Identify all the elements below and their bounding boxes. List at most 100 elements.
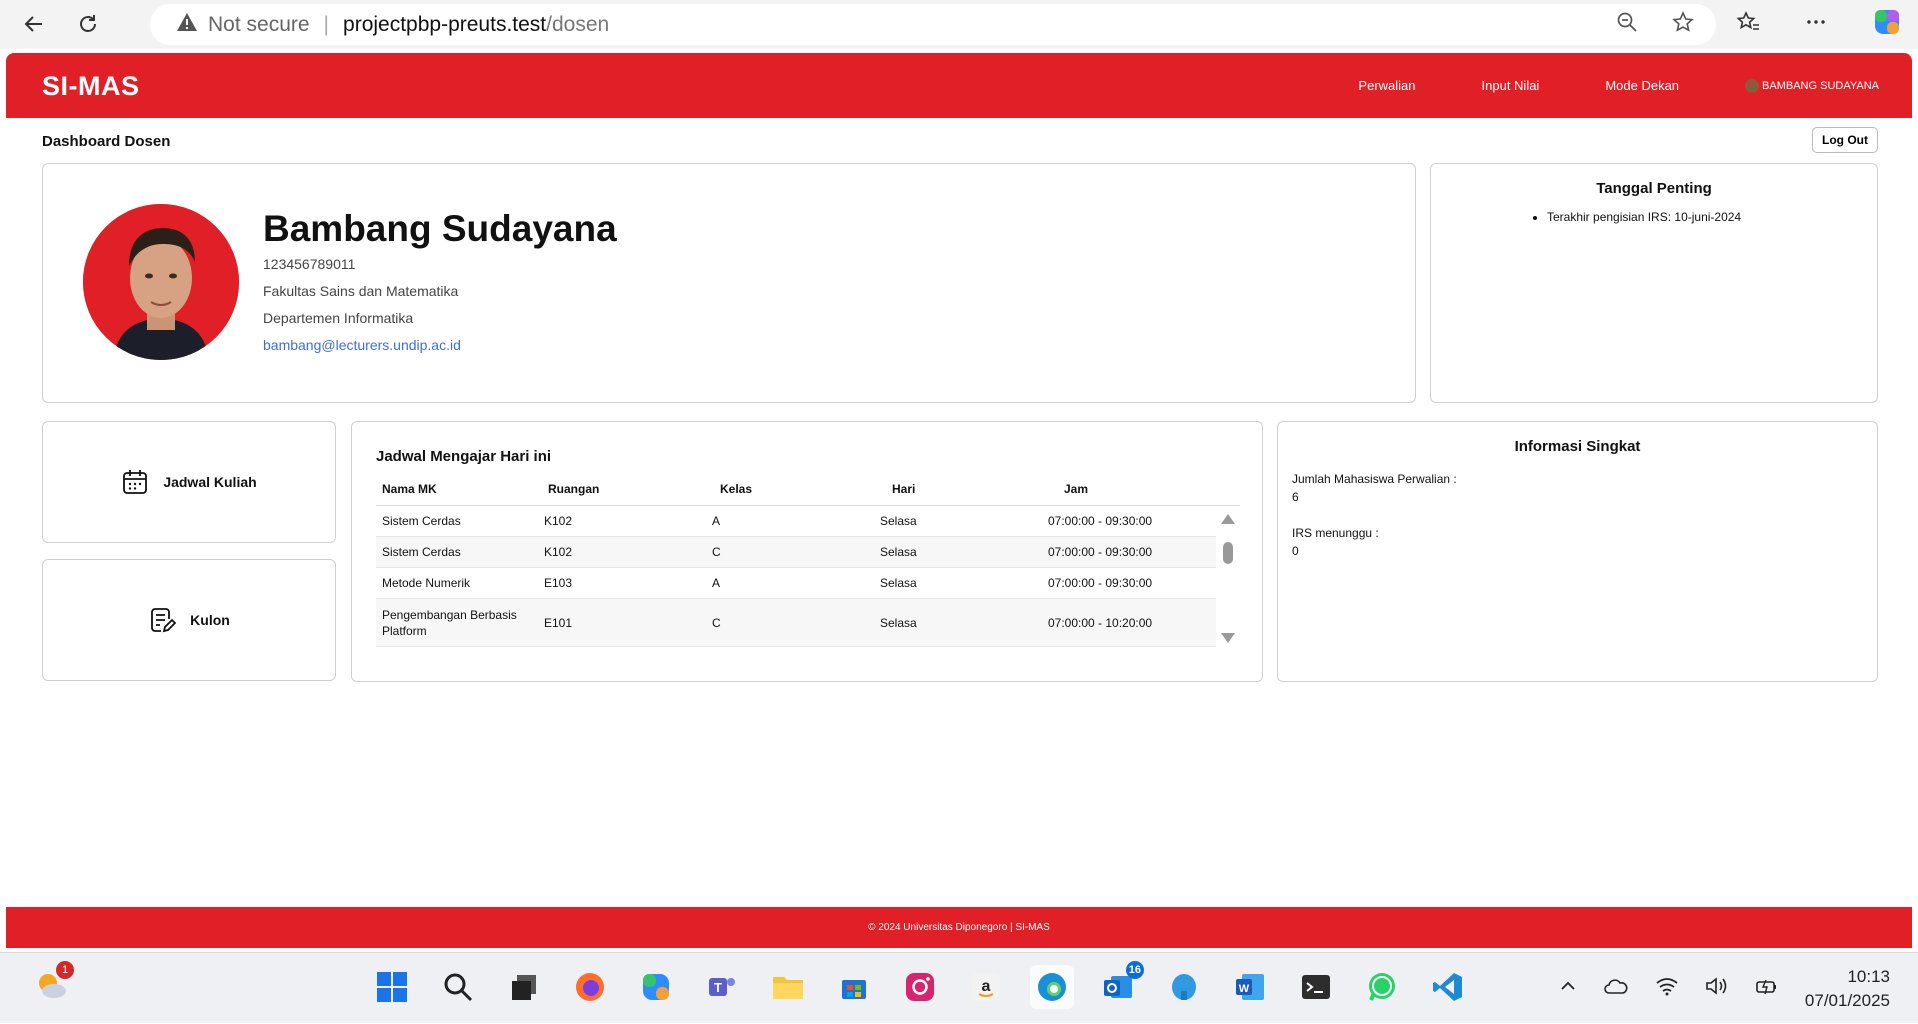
table-row: Pengembangan Berbasis Platform E101 C Se… [376, 599, 1216, 647]
clock-date: 07/01/2025 [1804, 990, 1890, 1010]
copilot-icon[interactable] [1872, 7, 1902, 43]
scroll-up-arrow[interactable] [1221, 514, 1235, 524]
task-view-icon[interactable] [502, 965, 546, 1009]
scroll-thumb[interactable] [1223, 542, 1233, 564]
weather-widget[interactable]: 1 [34, 961, 74, 1003]
page-viewport: SI-MAS Perwalian Input Nilai Mode Dekan … [6, 53, 1912, 948]
address-bar[interactable]: Not secure | projectpbp-preuts.test/dose… [150, 4, 1716, 45]
svg-text:a: a [982, 978, 991, 995]
page-footer: © 2024 Universitas Diponegoro | SI-MAS [6, 907, 1912, 948]
taskbar-apps: T a 16 W [370, 961, 1470, 1009]
clock-time: 10:13 [1847, 966, 1890, 986]
file-explorer-icon[interactable] [766, 965, 810, 1009]
refresh-icon[interactable] [68, 4, 108, 44]
nav-input-nilai[interactable]: Input Nilai [1482, 78, 1540, 93]
schedule-table-header: Nama MK Ruangan Kelas Hari Jam [376, 482, 1240, 506]
logout-button[interactable]: Log Out [1812, 127, 1878, 153]
battery-icon[interactable] [1755, 976, 1779, 1001]
ms-store-icon[interactable] [832, 965, 876, 1009]
word-icon[interactable]: W [1228, 965, 1272, 1009]
cell-hari: Selasa [880, 514, 917, 528]
copilot-app-icon[interactable] [634, 965, 678, 1009]
top-navbar: SI-MAS Perwalian Input Nilai Mode Dekan … [6, 53, 1912, 118]
zoom-icon[interactable] [1616, 11, 1638, 39]
back-icon[interactable] [14, 4, 54, 44]
schedule-table-body: Sistem Cerdas K102 A Selasa 07:00:00 - 0… [376, 506, 1216, 649]
profile-card: Bambang Sudayana 123456789011 Fakultas S… [42, 163, 1416, 403]
wifi-icon[interactable] [1655, 976, 1679, 1001]
important-dates-title: Tanggal Penting [1596, 180, 1712, 197]
edge-icon[interactable] [1030, 965, 1074, 1009]
cell-nama-mk: Pengembangan Berbasis Platform [382, 607, 517, 638]
cell-nama-mk: Sistem Cerdas [382, 514, 461, 528]
cell-ruangan: K102 [544, 514, 573, 528]
profile-faculty: Fakultas Sains dan Matematika [263, 283, 459, 299]
clock[interactable]: 10:13 07/01/2025 [1805, 965, 1890, 1013]
scroll-down-arrow[interactable] [1221, 633, 1235, 643]
taskbar: 1 T a 16 W 10:13 07/01/2025 [0, 952, 1918, 1023]
favorites-icon[interactable] [1736, 10, 1760, 40]
svg-text:T: T [714, 980, 722, 995]
terminal-icon[interactable] [1294, 965, 1338, 1009]
address-actions [1616, 4, 1716, 45]
cell-nama-mk: Sistem Cerdas [382, 545, 461, 559]
cell-hari: Selasa [880, 545, 917, 559]
cell-ruangan: K102 [544, 545, 573, 559]
firefox-icon[interactable] [568, 965, 612, 1009]
volume-icon[interactable] [1705, 976, 1729, 1001]
favorite-star-icon[interactable] [1672, 10, 1694, 39]
page-title: Dashboard Dosen [42, 133, 171, 150]
chevron-up-icon[interactable] [1559, 977, 1577, 1000]
profile-nip: 123456789011 [263, 256, 356, 272]
whatsapp-icon[interactable] [1360, 965, 1404, 1009]
important-dates-card: Tanggal Penting Terakhir pengisian IRS: … [1430, 163, 1878, 403]
profile-name: Bambang Sudayana [263, 208, 617, 249]
outlook-badge: 16 [1125, 961, 1144, 979]
teams-meeting-icon[interactable] [1162, 965, 1206, 1009]
kulon-label: Kulon [190, 612, 230, 628]
start-icon[interactable] [370, 965, 414, 1009]
user-avatar [1745, 78, 1760, 93]
important-date-item: Terakhir pengisian IRS: 10-juni-2024 [1547, 210, 1741, 224]
cell-ruangan: E101 [544, 615, 573, 630]
onedrive-icon[interactable] [1603, 977, 1629, 1000]
kulon-button[interactable]: Kulon [42, 559, 336, 681]
user-name: BAMBANG SUDAYANA [1762, 79, 1879, 92]
nav-perwalian[interactable]: Perwalian [1358, 78, 1415, 93]
address-separator: | [323, 12, 330, 36]
jadwal-kuliah-label: Jadwal Kuliah [163, 474, 257, 490]
cell-hari: Selasa [880, 615, 917, 630]
profile-email-link[interactable]: bambang@lecturers.undip.ac.id [263, 337, 461, 353]
nav-mode-dekan[interactable]: Mode Dekan [1605, 78, 1679, 93]
cell-kelas: A [712, 576, 721, 590]
cell-hari: Selasa [880, 576, 917, 590]
quick-info-card: Informasi Singkat Jumlah Mahasiswa Perwa… [1277, 421, 1878, 682]
svg-text:W: W [1239, 983, 1250, 995]
more-menu-icon[interactable] [1804, 10, 1828, 40]
profile-department: Departemen Informatika [263, 310, 414, 326]
col-ruangan: Ruangan [548, 482, 600, 496]
perwalian-count-value: 6 [1292, 490, 1299, 504]
url-host: projectpbp-preuts.test [343, 12, 547, 36]
amazon-icon[interactable]: a [964, 965, 1008, 1009]
teams-icon[interactable]: T [700, 965, 744, 1009]
table-scrollbar[interactable] [1220, 506, 1236, 649]
vscode-icon[interactable] [1426, 965, 1470, 1009]
col-hari: Hari [892, 482, 916, 496]
brand-logo[interactable]: SI-MAS [42, 71, 140, 102]
nav-links: Perwalian Input Nilai Mode Dekan BAMBANG… [1358, 53, 1912, 118]
search-icon[interactable] [436, 965, 480, 1009]
perwalian-count-label: Jumlah Mahasiswa Perwalian : [1292, 472, 1457, 486]
cell-jam: 07:00:00 - 09:30:00 [1048, 514, 1153, 528]
instagram-icon[interactable] [898, 965, 942, 1009]
jadwal-kuliah-button[interactable]: Jadwal Kuliah [42, 421, 336, 543]
col-kelas: Kelas [720, 482, 753, 496]
cell-kelas: C [712, 545, 721, 559]
outlook-icon[interactable]: 16 [1096, 961, 1144, 1009]
url-path: /dosen [546, 12, 610, 36]
security-label: Not secure [208, 12, 310, 36]
browser-toolbar: Not secure | projectpbp-preuts.test/dose… [0, 0, 1918, 49]
user-menu[interactable]: BAMBANG SUDAYANA [1745, 78, 1879, 93]
teaching-schedule-card: Jadwal Mengajar Hari ini Nama MK Ruangan… [351, 421, 1263, 682]
cell-ruangan: E103 [544, 576, 573, 590]
